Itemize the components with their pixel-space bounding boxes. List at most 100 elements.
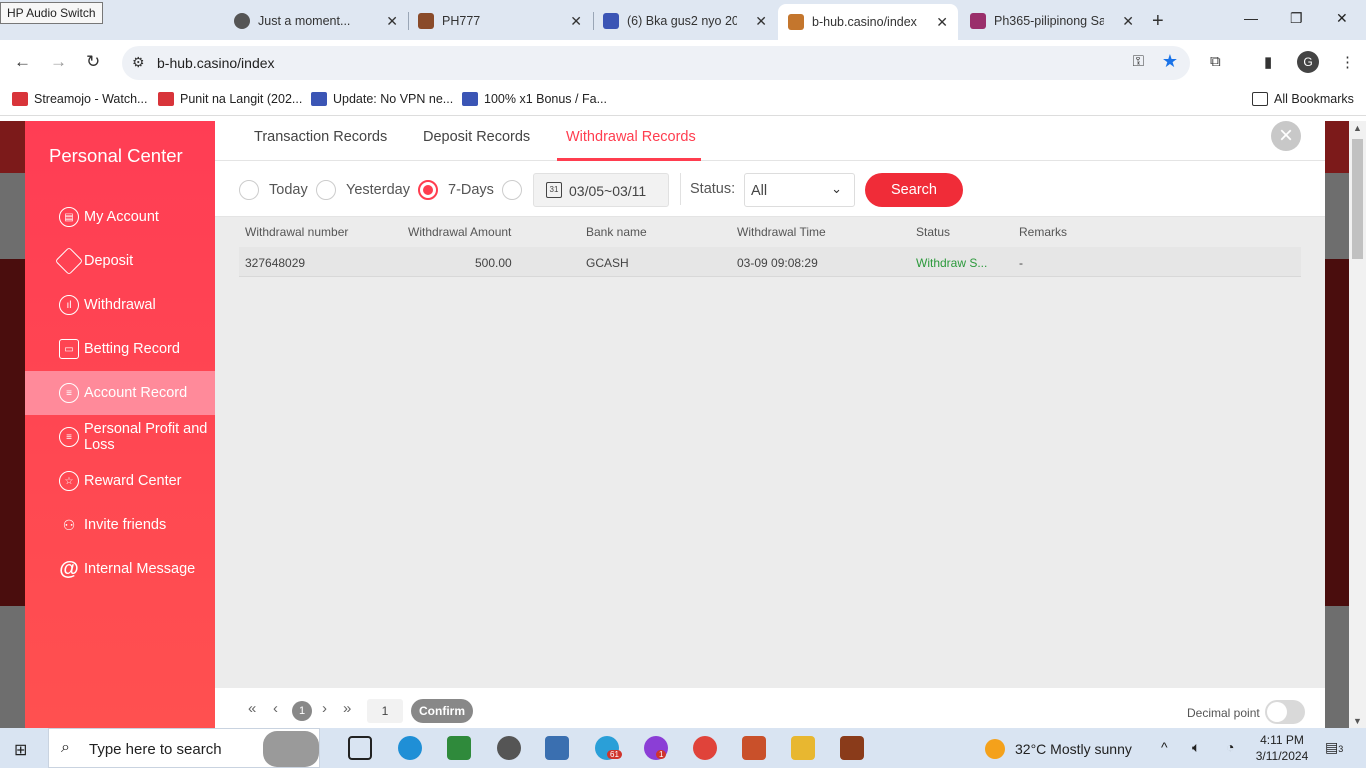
tab-title: Just a moment... <box>258 14 351 28</box>
sidebar-item-deposit[interactable]: Deposit <box>25 239 215 283</box>
sidebar-item-account-record[interactable]: ≡ Account Record <box>25 371 215 415</box>
filter-bar: Today Yesterday 7-Days 31 03/05~03/11 St… <box>215 161 1325 217</box>
sidebar-item-profit-loss[interactable]: ≡ Personal Profit and Loss <box>25 415 215 459</box>
menu-kebab-icon[interactable]: ⋮ <box>1340 53 1355 71</box>
system-clock[interactable]: 4:11 PM 3/11/2024 <box>1252 732 1312 764</box>
sidebar-item-internal-message[interactable]: @ Internal Message <box>25 547 215 591</box>
list-icon: ≡ <box>59 427 79 447</box>
file-explorer-icon[interactable] <box>791 736 815 760</box>
close-icon[interactable]: ✕ <box>936 14 948 31</box>
page-number-input[interactable]: 1 <box>367 699 403 723</box>
bookmark-item[interactable]: Streamojo - Watch... <box>12 92 147 106</box>
reload-icon[interactable]: ↻ <box>86 52 100 72</box>
date-range-picker[interactable]: 31 03/05~03/11 <box>533 173 669 207</box>
table-row[interactable]: 327648029 500.00 GCASH 03-09 09:08:29 Wi… <box>239 247 1301 277</box>
last-page-icon[interactable]: » <box>343 700 351 717</box>
forward-icon[interactable]: → <box>50 52 67 72</box>
browser-tab[interactable]: Just a moment... ✕ <box>224 6 408 36</box>
bookmark-item[interactable]: Punit na Langit (202... <box>158 92 302 106</box>
app-icon[interactable] <box>742 736 766 760</box>
current-page[interactable]: 1 <box>292 701 312 721</box>
url-omnibox[interactable]: ⚙ b-hub.casino/index ⚿ ★ <box>122 46 1190 80</box>
sidebar-item-reward-center[interactable]: ☆ Reward Center <box>25 459 215 503</box>
radio-custom-range[interactable] <box>502 180 522 200</box>
speaker-icon[interactable]: 🔈︎ <box>1192 739 1200 756</box>
tag-icon <box>54 246 84 276</box>
bookmark-star-icon[interactable]: ★ <box>1162 51 1178 72</box>
site-info-icon[interactable]: ⚙ <box>132 54 145 71</box>
sidebar-item-withdrawal[interactable]: ıl Withdrawal <box>25 283 215 327</box>
sidebar-item-invite-friends[interactable]: ⚇ Invite friends <box>25 503 215 547</box>
tab-transaction-records[interactable]: Transaction Records <box>254 129 387 145</box>
site-favicon-icon <box>788 14 804 30</box>
decimal-point-label: Decimal point <box>1187 706 1260 720</box>
url-text[interactable]: b-hub.casino/index <box>157 55 275 71</box>
radio-7-days[interactable] <box>418 180 438 200</box>
scrollbar-thumb[interactable] <box>1352 139 1363 259</box>
radio-label-today[interactable]: Today <box>269 182 308 198</box>
key-icon[interactable]: ⚿ <box>1133 53 1144 70</box>
settings-gear-icon[interactable] <box>497 736 521 760</box>
tab-deposit-records[interactable]: Deposit Records <box>423 129 530 145</box>
bookmark-item[interactable]: 100% x1 Bonus / Fa... <box>462 92 607 106</box>
sidebar-item-label: Betting Record <box>84 341 180 357</box>
all-bookmarks-button[interactable]: All Bookmarks <box>1252 92 1354 106</box>
radio-label-yesterday[interactable]: Yesterday <box>346 182 410 198</box>
wallet-icon: ▭ <box>59 339 79 359</box>
status-select[interactable]: All ⌄ <box>744 173 855 207</box>
column-header: Withdrawal Time <box>737 225 826 239</box>
close-window-icon[interactable]: ✕ <box>1336 10 1348 27</box>
app-icon[interactable] <box>545 736 569 760</box>
chrome-icon[interactable] <box>693 736 717 760</box>
taskbar-search[interactable]: ⌕ Type here to search <box>48 728 320 768</box>
close-modal-button[interactable]: × <box>1271 121 1301 151</box>
sidebar-item-label: Deposit <box>84 253 134 269</box>
browser-tab-active[interactable]: b-hub.casino/index ✕ <box>778 4 958 40</box>
prev-page-icon[interactable]: ‹ <box>273 700 278 717</box>
radio-yesterday[interactable] <box>316 180 336 200</box>
back-icon[interactable]: ← <box>14 52 31 72</box>
scroll-up-icon[interactable]: ▲ <box>1353 123 1362 133</box>
sidebar-item-betting-record[interactable]: ▭ Betting Record <box>25 327 215 371</box>
bookmark-item[interactable]: Update: No VPN ne... <box>311 92 453 106</box>
list-icon: ≡ <box>59 383 79 403</box>
sidebar-item-my-account[interactable]: ▤ My Account <box>25 195 215 239</box>
decimal-point-toggle[interactable] <box>1265 700 1305 724</box>
close-icon[interactable]: ✕ <box>755 13 767 30</box>
wifi-icon[interactable]: ◔ <box>1226 739 1234 755</box>
first-page-icon[interactable]: « <box>248 700 256 717</box>
extensions-icon[interactable]: ⧉ <box>1210 53 1221 70</box>
notification-center-icon[interactable]: ▤3 <box>1325 739 1343 756</box>
restore-icon[interactable]: ❐ <box>1290 10 1303 27</box>
edge-icon[interactable] <box>398 736 422 760</box>
browser-tab[interactable]: (6) Bka gus2 nyo 200 ✕ <box>593 6 777 36</box>
page-scrollbar[interactable]: ▲ ▼ <box>1349 121 1366 728</box>
app-icon[interactable] <box>447 736 471 760</box>
minimize-icon[interactable]: — <box>1244 10 1258 26</box>
browser-tab[interactable]: PH777 ✕ <box>408 6 592 36</box>
new-tab-button[interactable]: + <box>1152 10 1164 33</box>
radio-label-7-days[interactable]: 7-Days <box>448 182 494 198</box>
bookmark-label: Streamojo - Watch... <box>34 92 148 106</box>
close-icon[interactable]: ✕ <box>386 13 398 30</box>
notification-badge: 1 <box>656 750 667 759</box>
confirm-button[interactable]: Confirm <box>411 699 473 723</box>
scroll-down-icon[interactable]: ▼ <box>1353 716 1362 726</box>
address-bar-row: ← → ↻ ⚙ b-hub.casino/index ⚿ ★ ⧉ ▮ G ⋮ <box>0 40 1366 86</box>
radio-today[interactable] <box>239 180 259 200</box>
close-icon[interactable]: ✕ <box>570 13 582 30</box>
side-panel-icon[interactable]: ▮ <box>1264 53 1272 71</box>
chevron-up-icon[interactable]: ^ <box>1161 739 1168 755</box>
at-sign-icon: @ <box>59 557 79 580</box>
next-page-icon[interactable]: › <box>322 700 327 717</box>
windows-start-icon[interactable]: ⊞ <box>14 740 27 760</box>
profile-avatar[interactable]: G <box>1297 51 1319 73</box>
table-header: Withdrawal number Withdrawal Amount Bank… <box>215 218 1325 246</box>
browser-tab[interactable]: Ph365-pilipinong Sari ✕ <box>960 6 1144 36</box>
app-icon[interactable] <box>840 736 864 760</box>
search-button[interactable]: Search <box>865 173 963 207</box>
close-icon[interactable]: ✕ <box>1122 13 1134 30</box>
task-view-icon[interactable] <box>348 736 372 760</box>
tab-withdrawal-records[interactable]: Withdrawal Records <box>566 129 696 145</box>
weather-widget[interactable]: 32°C Mostly sunny <box>985 739 1132 759</box>
